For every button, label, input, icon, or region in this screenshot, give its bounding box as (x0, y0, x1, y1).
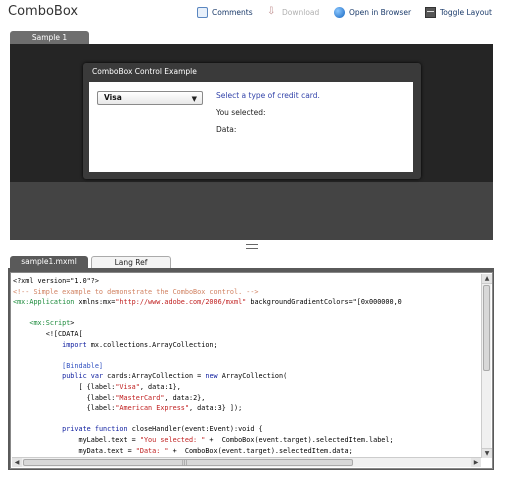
code-line: {label:"American Express", data:3} ]); (13, 404, 243, 413)
open-in-browser-label: Open in Browser (349, 8, 412, 17)
grip-icon: ||| (182, 460, 188, 466)
download-icon: ⇩ (267, 6, 276, 17)
code-line: [Bindable] (13, 361, 104, 370)
code-line: private function closeHandler(event:Even… (62, 425, 263, 434)
vertical-scroll-thumb[interactable] (483, 285, 490, 371)
code-line: <!-- Simple example to demonstrate the C… (13, 287, 259, 296)
horizontal-scrollbar[interactable]: ◀ ||| ▶ (12, 457, 481, 467)
scroll-up-icon[interactable]: ▲ (482, 274, 492, 284)
code-line: <mx:Application xmlns:mx="http://www.ado… (13, 298, 402, 307)
code-line: myData.text = "Data: " + ComboBox(event.… (13, 446, 353, 455)
comments-icon (197, 7, 208, 18)
vertical-scrollbar[interactable]: ▲ ▼ (481, 274, 492, 458)
select-prompt: Select a type of credit card. (216, 91, 320, 100)
code-line: myLabel.text = "You selected: " + ComboB… (13, 435, 394, 444)
download-label: Download (282, 8, 320, 17)
layout-icon (425, 7, 436, 18)
chevron-down-icon[interactable]: ▼ (192, 93, 197, 105)
tab-sample-1[interactable]: Sample 1 (10, 31, 89, 44)
code-viewer: <?xml version="1.0"?> <!-- Simple example… (10, 272, 493, 469)
panel-content: Visa ▼ Select a type of credit card. You… (89, 82, 413, 172)
scroll-left-icon[interactable]: ◀ (12, 458, 22, 467)
scroll-right-icon[interactable]: ▶ (471, 458, 481, 467)
code-line: [ {label:"Visa", data:1}, (13, 382, 181, 391)
download-button[interactable]: ⇩ Download (267, 7, 319, 18)
code-line: <?xml version="1.0"?> (13, 277, 99, 285)
code-line: <![CDATA[ (13, 329, 83, 338)
header: ComboBox Comments ⇩ Download Open in Bro… (0, 0, 508, 28)
data-label: Data: (216, 125, 237, 134)
combobox-value: Visa (104, 93, 122, 102)
code-line: {label:"MasterCard", data:2}, (13, 393, 206, 402)
globe-icon (334, 7, 345, 18)
combobox-panel: ComboBox Control Example Visa ▼ Select a… (83, 63, 421, 179)
source-code: <?xml version="1.0"?> <!-- Simple example… (12, 274, 481, 458)
comments-label: Comments (212, 8, 253, 17)
credit-card-combobox[interactable]: Visa ▼ (97, 91, 203, 105)
open-in-browser-button[interactable]: Open in Browser (334, 7, 411, 18)
panel-title: ComboBox Control Example (92, 67, 197, 76)
code-line: import mx.collections.ArrayCollection; (62, 340, 218, 349)
comments-button[interactable]: Comments (197, 7, 253, 18)
scroll-down-icon[interactable]: ▼ (482, 448, 492, 458)
app-title: ComboBox (8, 4, 79, 19)
toggle-layout-button[interactable]: Toggle Layout (425, 7, 492, 18)
code-line: <mx:Script> (29, 319, 75, 328)
code-line: public var cards:ArrayCollection = new A… (62, 372, 288, 381)
horizontal-scroll-thumb[interactable]: ||| (23, 459, 353, 466)
splitter-handle[interactable] (246, 244, 258, 249)
toggle-layout-label: Toggle Layout (440, 8, 492, 17)
selected-label: You selected: (216, 108, 266, 117)
sample-area-band (10, 182, 493, 240)
